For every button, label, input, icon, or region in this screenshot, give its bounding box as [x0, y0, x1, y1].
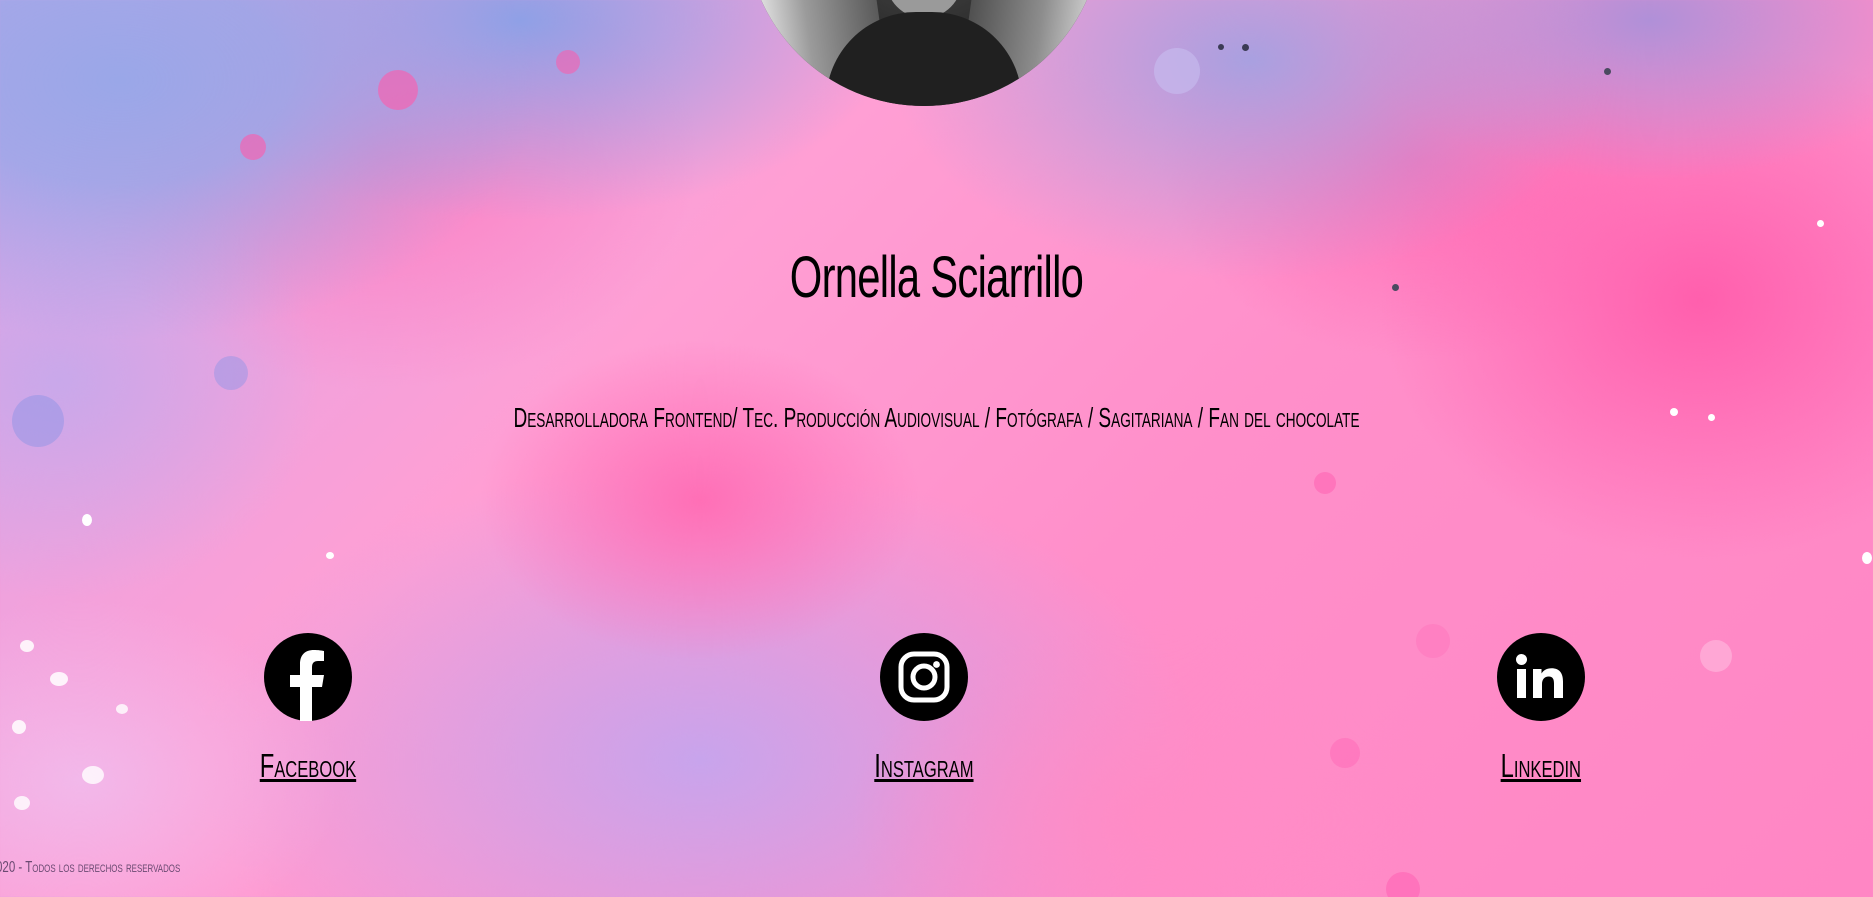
profile-name: Ornella Sciarrillo — [789, 245, 1084, 310]
paint-dot — [20, 640, 34, 652]
watercolor-splat — [1330, 738, 1360, 768]
paint-dot — [50, 672, 68, 686]
linkedin-link[interactable]: Linkedin — [1501, 747, 1581, 785]
paint-dot — [1817, 220, 1824, 227]
instagram-link[interactable]: Instagram — [874, 747, 973, 785]
paint-dot — [1708, 414, 1715, 421]
watercolor-splat — [1416, 624, 1450, 658]
paint-dot — [14, 796, 30, 810]
paint-dot — [1670, 408, 1678, 416]
watercolor-splat — [214, 356, 248, 390]
paint-dot — [116, 704, 128, 714]
watercolor-splat — [1314, 472, 1336, 494]
facebook-link[interactable]: Facebook — [260, 747, 356, 785]
paint-dot — [1862, 552, 1872, 564]
paint-dot — [12, 720, 26, 734]
watercolor-splat — [1154, 48, 1200, 94]
profile-tagline: Desarrolladora Frontend/ Tec. Producción… — [513, 402, 1360, 433]
paint-dot — [82, 514, 92, 526]
watercolor-splat — [1386, 872, 1420, 897]
watercolor-splat — [1700, 640, 1732, 672]
social-facebook: Facebook — [218, 633, 398, 785]
facebook-icon[interactable] — [264, 633, 352, 721]
paint-dot — [1604, 68, 1611, 75]
social-linkedin: Linkedin — [1451, 633, 1631, 785]
copyright-footer: 020 - Todos los derechos reservados — [0, 859, 181, 876]
watercolor-splat — [240, 134, 266, 160]
paint-dot — [1242, 44, 1249, 51]
paint-dot — [82, 766, 104, 784]
instagram-icon[interactable] — [880, 633, 968, 721]
paint-dot — [326, 552, 334, 559]
watercolor-splat — [12, 395, 64, 447]
watercolor-splat — [556, 50, 580, 74]
linkedin-icon[interactable] — [1497, 633, 1585, 721]
profile-photo — [746, 0, 1102, 106]
watercolor-splat — [378, 70, 418, 110]
social-instagram: Instagram — [834, 633, 1014, 785]
paint-dot — [1218, 44, 1224, 50]
